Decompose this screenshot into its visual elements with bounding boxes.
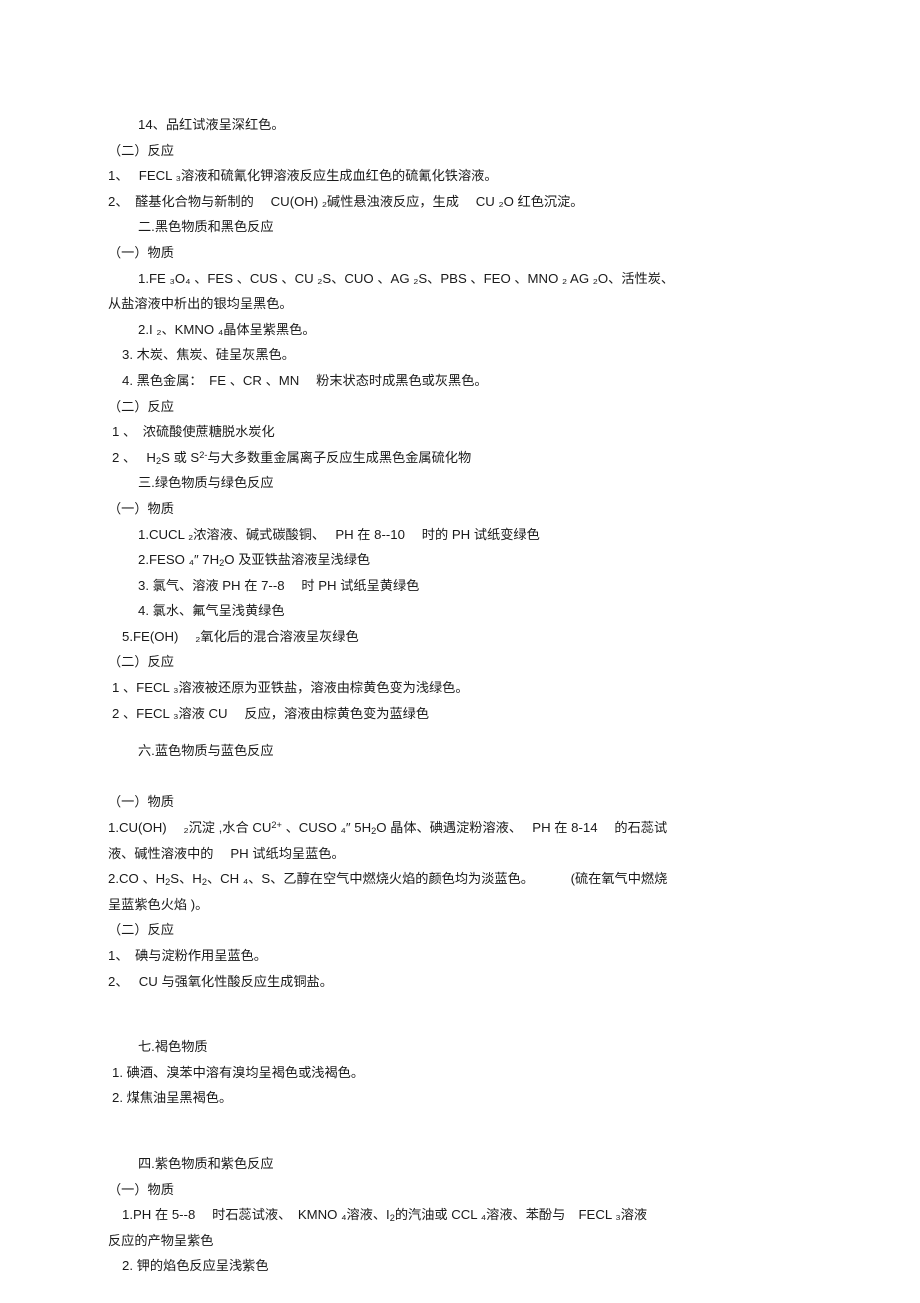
document-line: （二）反应 (108, 398, 174, 414)
document-line: 二.黑色物质和黑色反应 (138, 219, 274, 235)
document-line: 1.CU(OH) ₂沉淀 ,水合 CU2+ 、CUSO ₄″ 5H2O 晶体、碘… (108, 819, 668, 837)
document-body: 14、品红试液呈深红色。 （二）反应 1、 FECL ₃溶液和硫氰化钾溶液反应生成血… (108, 112, 812, 1279)
document-line: 三.绿色物质与绿色反应 (138, 475, 274, 491)
document-line: 七.褐色物质 (138, 1039, 208, 1055)
document-line: 5.FE(OH) ₂氧化后的混合溶液呈灰绿色 (122, 628, 359, 644)
document-page: 14、品红试液呈深红色。 （二）反应 1、 FECL ₃溶液和硫氰化钾溶液反应生成血… (0, 0, 920, 1303)
document-line: 反应的产物呈紫色 (108, 1232, 214, 1248)
document-line: 六.蓝色物质与蓝色反应 (138, 743, 274, 759)
document-line: （一）物质 (108, 794, 174, 810)
document-line: 1、 FECL ₃溶液和硫氰化钾溶液反应生成血红色的硫氰化铁溶液。 (108, 168, 498, 184)
document-line: （一）物质 (108, 1181, 174, 1197)
document-line: 2 、 H2S 或 S2-与大多数重金属离子反应生成黑色金属硫化物 (112, 449, 472, 466)
document-line: （一）物质 (108, 500, 174, 516)
document-line: 14、品红试液呈深红色。 (138, 117, 285, 132)
document-line: 1.CUCL ₂浓溶液、碱式碳酸铜、 PH 在 8--10 时的 PH 试纸变绿… (138, 526, 540, 542)
document-line: 呈蓝紫色火焰 )。 (108, 896, 209, 912)
document-line: （二）反应 (108, 922, 174, 938)
document-line: 4. 氯水、氟气呈浅黄绿色 (138, 603, 285, 619)
document-line: 2、 醛基化合物与新制的 CU(OH) ₂碱性悬浊液反应，生成 CU ₂O 红色… (108, 193, 584, 209)
document-line: （二）反应 (108, 142, 174, 158)
document-line: 1. 碘酒、溴苯中溶有溴均呈褐色或浅褐色。 (112, 1064, 365, 1080)
document-line: 从盐溶液中析出的银均呈黑色。 (108, 296, 293, 312)
document-line: 2.I ₂、KMNO ₄晶体呈紫黑色。 (138, 321, 316, 337)
document-line: 3. 氯气、溶液 PH 在 7--8 时 PH 试纸呈黄绿色 (138, 577, 420, 593)
document-line: 1 、 浓硫酸使蔗糖脱水炭化 (112, 424, 275, 440)
document-line: 液、碱性溶液中的 PH 试纸均呈蓝色。 (108, 845, 345, 861)
document-line: 1.FE ₃O₄ 、FES 、CUS 、CU ₂S、CUO 、AG ₂S、PBS… (138, 270, 675, 286)
document-line: 四.紫色物质和紫色反应 (138, 1155, 274, 1171)
document-line: 1.PH 在 5--8 时石蕊试液、 KMNO ₄溶液、I2的汽油或 CCL ₄… (122, 1207, 648, 1224)
document-line: 2. 钾的焰色反应呈浅紫色 (122, 1258, 269, 1274)
document-line: 4. 黑色金属： FE 、CR 、MN 粉末状态时成黑色或灰黑色。 (122, 372, 488, 388)
document-line: 2、 CU 与强氧化性酸反应生成铜盐。 (108, 973, 333, 989)
document-line: 2. 煤焦油呈黑褐色。 (112, 1090, 233, 1106)
document-line: 1 、FECL ₃溶液被还原为亚铁盐，溶液由棕黄色变为浅绿色。 (112, 680, 469, 696)
document-line: 1、 碘与淀粉作用呈蓝色。 (108, 948, 267, 963)
document-line: 2 、FECL ₃溶液 CU 反应，溶液由棕黄色变为蓝绿色 (112, 705, 430, 721)
document-line: （一）物质 (108, 244, 174, 260)
document-line: 2.CO 、H2S、H2、CH ₄、S、乙醇在空气中燃烧火焰的颜色均为淡蓝色。 … (108, 871, 668, 888)
document-line: 3. 木炭、焦炭、硅呈灰黑色。 (122, 347, 295, 363)
document-line: 2.FESO ₄″ 7H2O 及亚铁盐溶液呈浅绿色 (138, 552, 371, 569)
document-line: （二）反应 (108, 654, 174, 670)
